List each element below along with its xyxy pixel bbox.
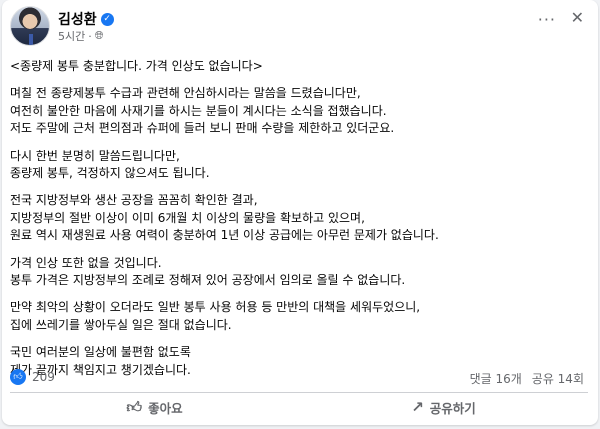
post-text-line: 여전히 불안한 마음에 사재기를 하시는 분들이 계시다는 소식을 접했습니다. <box>10 103 387 118</box>
post-text-line: 종량제 봉투, 걱정하지 않으셔도 됩니다. <box>10 166 210 181</box>
post-text-line: 집에 쓰레기를 쌓아두실 일은 절대 없습니다. <box>10 317 232 332</box>
post-paragraph: <종량제 봉투 충분합니다. 가격 인상도 없습니다> <box>10 58 595 75</box>
post-paragraph: 며칠 전 종량제봉투 수급과 관련해 안심하시라는 말씀을 드렸습니다만, 여전히… <box>10 85 595 137</box>
like-button-label: 좋아요 <box>148 400 183 416</box>
globe-icon: 🌐︎ <box>94 29 104 42</box>
divider <box>10 392 588 393</box>
post-text-line: 며칠 전 종량제봉투 수급과 관련해 안심하시라는 말씀을 드렸습니다만, <box>10 86 361 101</box>
post-card: 김성환 ✓ 5시간 · 🌐︎ ··· ✕ <종량제 봉투 충분합니다. 가격 인… <box>2 0 598 425</box>
engagement-counts: 댓글 16개 공유 14회 <box>470 370 584 387</box>
more-options-icon[interactable]: ··· <box>538 12 556 28</box>
share-button-label: 공유하기 <box>429 400 476 416</box>
thumbs-up-icon: 👍︎ <box>126 397 143 416</box>
post-stats: 👍︎ 209 댓글 16개 공유 14회 <box>10 368 590 388</box>
verified-badge-icon: ✓ <box>100 12 114 26</box>
post-paragraph: 만약 최악의 상황이 오더라도 일반 봉투 사용 허용 등 만반의 대책을 세워… <box>10 299 595 334</box>
post-text-line: 저도 주말에 근처 편의점과 슈퍼에 들러 보니 판매 수량을 제한하고 있더군… <box>10 121 395 136</box>
post-text-line: 가격 인상 또한 없을 것입니다. <box>10 255 162 270</box>
comment-count[interactable]: 댓글 16개 <box>470 370 522 387</box>
post-header: 김성환 ✓ 5시간 · 🌐︎ ··· ✕ <box>10 6 590 52</box>
author-row: 김성환 ✓ <box>58 9 114 29</box>
post-text-line: 만약 최악의 상황이 오더라도 일반 봉투 사용 허용 등 만반의 대책을 세워… <box>10 300 421 315</box>
post-text-line: 봉투 가격은 지방정부의 조례로 정해져 있어 공장에서 임의로 올릴 수 없습… <box>10 273 406 288</box>
post-text-line: 다시 한번 분명히 말씀드립니다만, <box>10 148 180 163</box>
post-text-line: 국민 여러분의 일상에 불편함 없도록 <box>10 345 191 360</box>
post-text-line: 전국 지방정부와 생산 공장을 꼼꼼히 확인한 결과, <box>10 193 258 208</box>
reactions-summary[interactable]: 👍︎ 209 <box>10 369 55 385</box>
share-button[interactable]: ↗ 공유하기 <box>299 394 588 420</box>
like-reaction-icon: 👍︎ <box>10 369 26 385</box>
post-meta: 5시간 · 🌐︎ <box>58 28 104 44</box>
like-button[interactable]: 👍︎ 좋아요 <box>10 394 299 420</box>
share-arrow-icon: ↗ <box>411 398 424 416</box>
avatar[interactable] <box>10 6 50 46</box>
close-icon[interactable]: ✕ <box>571 10 584 26</box>
author-name[interactable]: 김성환 <box>58 9 97 29</box>
post-paragraph: 다시 한번 분명히 말씀드립니다만, 종량제 봉투, 걱정하지 않으셔도 됩니다. <box>10 148 595 183</box>
post-text-line: <종량제 봉투 충분합니다. 가격 인상도 없습니다> <box>10 59 263 73</box>
post-time[interactable]: 5시간 <box>58 28 85 44</box>
post-text-line: 원료 역시 재생원료 사용 여력이 충분하여 1년 이상 공급에는 아무런 문제… <box>10 228 439 243</box>
like-count: 209 <box>32 370 55 384</box>
share-count[interactable]: 공유 14회 <box>532 370 584 387</box>
action-bar: 👍︎ 좋아요 ↗ 공유하기 <box>10 394 588 420</box>
meta-separator: · <box>88 29 92 43</box>
post-paragraph: 가격 인상 또한 없을 것입니다. 봉투 가격은 지방정부의 조례로 정해져 있어… <box>10 255 595 290</box>
post-paragraph: 전국 지방정부와 생산 공장을 꼼꼼히 확인한 결과, 지방정부의 절반 이상이 … <box>10 192 595 244</box>
post-body: <종량제 봉투 충분합니다. 가격 인상도 없습니다> 며칠 전 종량제봉투 수급… <box>10 58 595 389</box>
post-text-line: 지방정부의 절반 이상이 이미 6개월 치 이상의 물량을 확보하고 있으며, <box>10 210 365 225</box>
